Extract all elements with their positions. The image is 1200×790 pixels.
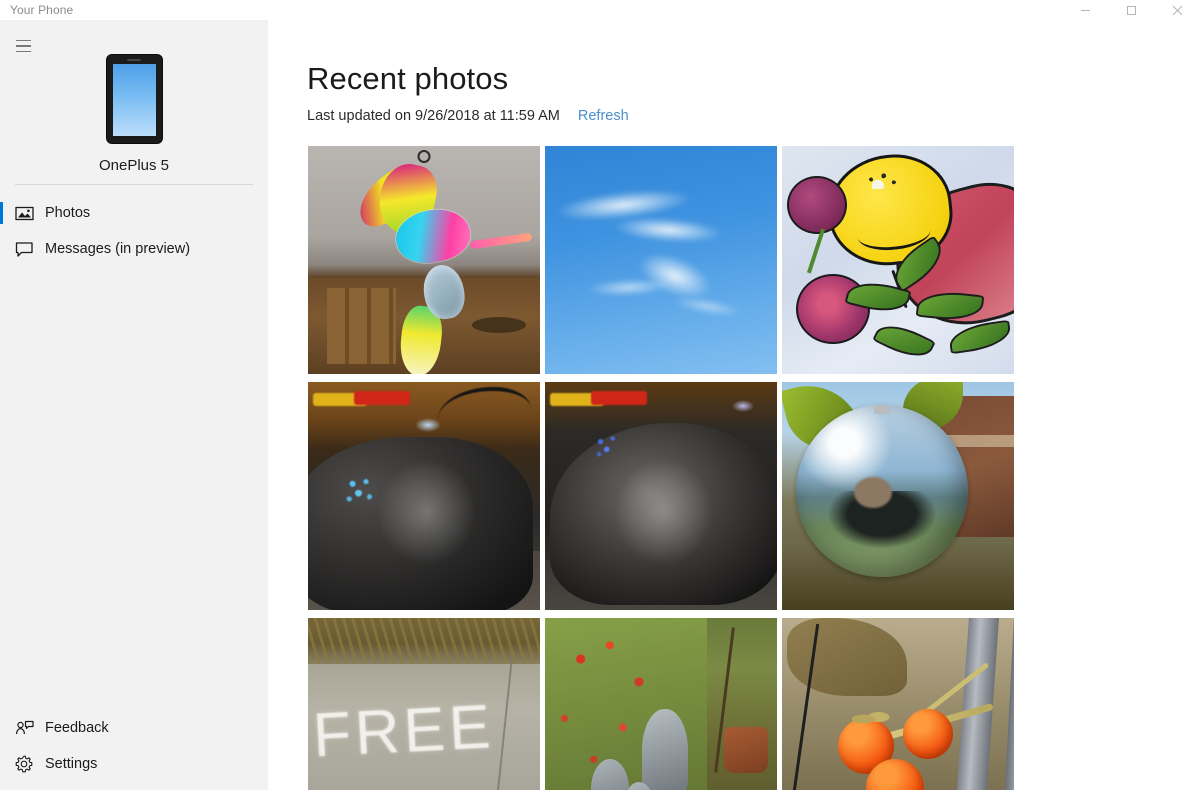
photo-detail: [377, 459, 476, 565]
photo-detail: [340, 473, 383, 510]
feedback-icon: [12, 718, 36, 738]
sidebar-item-label: Photos: [45, 205, 91, 221]
sidebar-divider: [15, 184, 253, 185]
sidebar-bottom-nav: Feedback Settings: [0, 710, 268, 790]
close-icon: [1172, 5, 1182, 15]
hamburger-icon-line: [15, 50, 31, 53]
hamburger-icon-line: [15, 45, 31, 47]
photo-thumbnail-3: [782, 146, 1014, 374]
sidebar-item-label: Messages (in preview): [45, 241, 191, 257]
sidebar-item-label: Feedback: [45, 720, 109, 736]
photo-thumbnail-4: [308, 382, 540, 610]
restore-button[interactable]: [1108, 0, 1154, 20]
photo-detail: [873, 404, 890, 414]
photo-icon: [12, 203, 36, 223]
sidebar-nav: Photos Messages (in preview): [0, 195, 268, 267]
photo-detail: [437, 386, 531, 441]
photo-thumbnail-7: FREE: [308, 618, 540, 790]
window-title: Your Phone: [10, 3, 74, 17]
photo-tile[interactable]: [782, 618, 1014, 790]
photo-detail: [851, 709, 890, 730]
photo-tile[interactable]: [308, 382, 540, 610]
photo-detail: [614, 459, 713, 565]
last-updated-text: Last updated on 9/26/2018 at 11:59 AM: [307, 108, 560, 124]
photo-detail: [591, 432, 626, 463]
window-controls: [1062, 0, 1200, 20]
photo-detail: [786, 618, 908, 696]
gear-icon: [12, 754, 36, 774]
phone-speaker: [127, 59, 141, 61]
photo-detail: [308, 618, 540, 664]
photo-detail: [595, 209, 741, 252]
photo-detail: [786, 175, 847, 234]
photo-tile[interactable]: [545, 382, 777, 610]
photo-detail: [354, 391, 411, 406]
photo-tile[interactable]: [308, 146, 540, 374]
title-bar: Your Phone: [0, 0, 1200, 20]
photo-detail: [795, 404, 968, 577]
sidebar-item-feedback[interactable]: Feedback: [0, 710, 268, 746]
sidebar: OnePlus 5 Photos Messages (in preview) F…: [0, 20, 268, 790]
photo-detail: [807, 228, 826, 274]
photo-tile[interactable]: [545, 618, 777, 790]
photo-thumbnail-2: [545, 146, 777, 374]
photo-detail: [731, 400, 754, 413]
minimize-button[interactable]: [1062, 0, 1108, 20]
photo-detail: [470, 232, 533, 250]
photo-detail: [472, 316, 527, 333]
sidebar-item-label: Settings: [45, 756, 98, 772]
photo-thumbnail-5: [545, 382, 777, 610]
photo-tile[interactable]: [782, 146, 1014, 374]
photo-detail: [591, 391, 648, 406]
photo-detail: [491, 659, 513, 790]
photo-detail: [1001, 618, 1014, 790]
status-row: Last updated on 9/26/2018 at 11:59 AM Re…: [307, 108, 629, 124]
photo-detail: [414, 418, 441, 433]
photo-thumbnail-9: [782, 618, 1014, 790]
page-title: Recent photos: [307, 61, 509, 96]
minimize-icon: [1080, 9, 1090, 11]
photo-tile[interactable]: [545, 146, 777, 374]
photo-thumbnail-1: [308, 146, 540, 374]
refresh-link[interactable]: Refresh: [578, 108, 629, 124]
photo-tile[interactable]: FREE: [308, 618, 540, 790]
selection-indicator: [0, 202, 3, 224]
photo-detail: [902, 709, 953, 760]
message-icon: [12, 239, 36, 259]
device-section: OnePlus 5: [0, 55, 268, 174]
restore-icon: [1126, 5, 1136, 15]
photo-thumbnail-8: [545, 618, 777, 790]
hamburger-icon-line: [15, 39, 31, 42]
photo-detail: [642, 709, 689, 790]
photo-thumbnail-6: [782, 382, 1014, 610]
device-name: OnePlus 5: [98, 157, 170, 174]
sidebar-item-settings[interactable]: Settings: [0, 746, 268, 782]
photo-detail: [947, 319, 1013, 355]
photo-detail: [951, 618, 1000, 790]
photo-tile[interactable]: [782, 382, 1014, 610]
phone-icon: [106, 55, 162, 143]
close-button[interactable]: [1154, 0, 1200, 20]
photo-detail: [417, 150, 431, 163]
photo-grid: FREE: [308, 146, 1015, 790]
chalk-text: FREE: [310, 691, 496, 771]
photo-detail: [723, 727, 768, 774]
photo-detail: [872, 316, 936, 366]
sidebar-item-photos[interactable]: Photos: [0, 195, 268, 231]
main-content: Recent photos Last updated on 9/26/2018 …: [268, 20, 1200, 790]
photo-detail: [865, 173, 900, 190]
sidebar-item-messages[interactable]: Messages (in preview): [0, 231, 268, 267]
your-phone-app-window: Your Phone OnePlus 5 Photos Messages (in…: [0, 0, 1200, 790]
phone-screen: [112, 64, 156, 136]
